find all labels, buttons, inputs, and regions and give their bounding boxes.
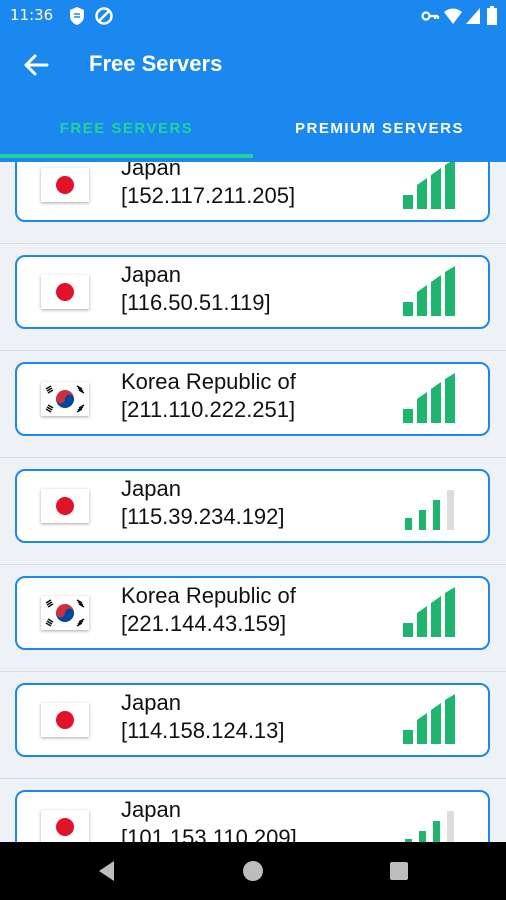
data-saver-icon bbox=[95, 7, 113, 25]
app-bar: Free Servers bbox=[0, 32, 506, 98]
nav-recents-icon[interactable] bbox=[389, 861, 409, 881]
signal-strength-icon bbox=[405, 811, 454, 842]
japan-flag-icon bbox=[41, 489, 89, 523]
server-country: Japan bbox=[121, 690, 181, 715]
signal-strength-icon bbox=[403, 694, 455, 744]
server-country: Japan bbox=[121, 262, 181, 287]
vpn-key-icon bbox=[421, 11, 440, 21]
japan-flag-icon bbox=[41, 168, 89, 202]
list-item: Japan [114.158.124.13] bbox=[0, 671, 506, 779]
signal-strength-icon bbox=[403, 266, 455, 316]
list-item: Korea Republic of [211.110.222.251] bbox=[0, 350, 506, 458]
system-nav-bar bbox=[0, 842, 506, 900]
battery-icon bbox=[487, 6, 497, 25]
japan-flag-icon bbox=[41, 703, 89, 737]
signal-strength-icon bbox=[405, 490, 454, 530]
wifi-icon bbox=[444, 8, 462, 24]
list-item: Japan [116.50.51.119] bbox=[0, 243, 506, 351]
signal-strength-icon bbox=[403, 162, 455, 209]
tab-bar: FREE SERVERS PREMIUM SERVERS bbox=[0, 98, 506, 162]
status-bar: 11:36 bbox=[0, 0, 506, 32]
server-country: Japan bbox=[121, 476, 181, 501]
server-ip: [115.39.234.192] bbox=[121, 504, 285, 529]
korea-flag-icon bbox=[41, 596, 89, 630]
tab-label: PREMIUM SERVERS bbox=[295, 120, 464, 137]
shield-icon bbox=[70, 7, 84, 25]
page-title: Free Servers bbox=[89, 51, 223, 76]
server-ip: [152.117.211.205] bbox=[121, 183, 296, 208]
nav-back-icon[interactable] bbox=[95, 858, 117, 884]
nav-home-icon[interactable] bbox=[242, 860, 264, 882]
server-card[interactable]: Korea Republic of [211.110.222.251] bbox=[15, 362, 490, 436]
list-item: Japan [115.39.234.192] bbox=[0, 457, 506, 565]
server-country: Japan bbox=[121, 162, 181, 180]
server-ip: [101.153.110.209] bbox=[121, 825, 297, 842]
signal-strength-icon bbox=[403, 587, 455, 637]
server-card[interactable]: Korea Republic of [221.144.43.159] bbox=[15, 576, 490, 650]
signal-strength-icon bbox=[403, 373, 455, 423]
tab-free-servers[interactable]: FREE SERVERS bbox=[0, 98, 253, 162]
korea-flag-icon bbox=[41, 382, 89, 416]
tab-label: FREE SERVERS bbox=[59, 120, 194, 137]
list-item: Korea Republic of [221.144.43.159] bbox=[0, 564, 506, 672]
server-card[interactable]: Japan [114.158.124.13] bbox=[15, 683, 490, 757]
server-ip: [114.158.124.13] bbox=[121, 718, 285, 743]
server-card[interactable]: Japan [101.153.110.209] bbox=[15, 790, 490, 842]
tab-premium-servers[interactable]: PREMIUM SERVERS bbox=[253, 98, 506, 162]
server-country: Japan bbox=[121, 797, 181, 822]
japan-flag-icon bbox=[41, 275, 89, 309]
server-ip: [221.144.43.159] bbox=[121, 611, 287, 636]
cell-signal-icon bbox=[466, 8, 480, 24]
back-arrow-icon[interactable] bbox=[20, 50, 52, 80]
list-item: Japan [101.153.110.209] bbox=[0, 778, 506, 842]
server-list[interactable]: Japan [152.117.211.205] Japan [116.50.51… bbox=[0, 162, 506, 842]
server-card[interactable]: Japan [116.50.51.119] bbox=[15, 255, 490, 329]
server-card[interactable]: Japan [152.117.211.205] bbox=[15, 162, 490, 222]
tab-indicator bbox=[0, 154, 253, 158]
server-card[interactable]: Japan [115.39.234.192] bbox=[15, 469, 490, 543]
server-country: Korea Republic of bbox=[121, 369, 296, 394]
list-item: Japan [152.117.211.205] bbox=[0, 162, 506, 244]
server-country: Korea Republic of bbox=[121, 583, 296, 608]
server-ip: [211.110.222.251] bbox=[121, 397, 296, 422]
server-ip: [116.50.51.119] bbox=[121, 290, 271, 315]
japan-flag-icon bbox=[41, 810, 89, 842]
status-time: 11:36 bbox=[10, 6, 54, 24]
